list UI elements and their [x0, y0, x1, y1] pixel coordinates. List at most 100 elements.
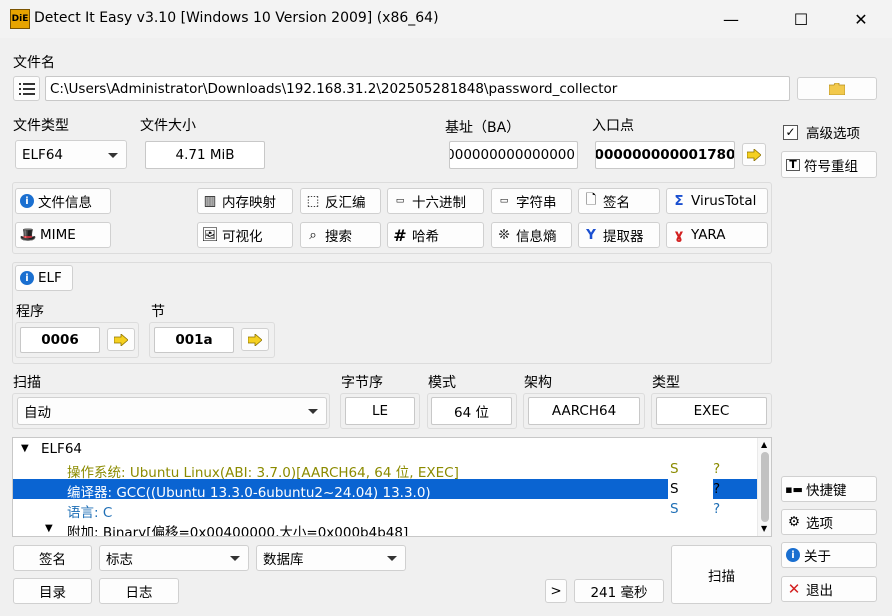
database-select[interactable]: 数据库: [256, 545, 406, 571]
about-button[interactable]: i 关于: [781, 542, 877, 568]
chevron-down-icon: [308, 409, 318, 414]
bits-field: 64 位: [431, 397, 512, 425]
open-file-button[interactable]: [797, 77, 877, 100]
maximize-button[interactable]: ☐: [778, 0, 824, 38]
mime-button[interactable]: 🎩 MIME: [15, 222, 111, 248]
scroll-down-icon[interactable]: ▼: [761, 524, 767, 533]
file-size-value: 4.71 MiB: [175, 147, 235, 163]
minimize-icon: —: [723, 9, 739, 29]
os-info-flag[interactable]: ?: [713, 461, 720, 477]
maximize-icon: ☐: [793, 9, 809, 29]
more-label: >: [550, 583, 562, 599]
symbol-icon: T: [786, 158, 800, 171]
directory-label: 目录: [39, 585, 66, 601]
base-address-value: 0000000000000000: [449, 147, 575, 163]
strings-button[interactable]: ▭ 字符串: [491, 188, 572, 214]
entropy-button[interactable]: ❊ 信息熵: [491, 222, 572, 248]
document-icon: 🗋: [585, 191, 597, 208]
tree-row-compiler[interactable]: 编译器: GCC((Ubuntu 13.3.0-6ubuntu2~24.04) …: [13, 479, 757, 501]
scan-button[interactable]: 扫描: [671, 545, 772, 604]
info-icon: i: [20, 194, 34, 208]
folder-icon: [829, 82, 845, 95]
exit-button[interactable]: ✕ 退出: [781, 576, 877, 602]
image-icon: 🖼: [201, 227, 219, 243]
scroll-up-icon[interactable]: ▲: [761, 440, 767, 449]
entry-point-label: 入口点: [592, 118, 634, 134]
yara-icon: ɣ: [674, 227, 684, 243]
file-info-button[interactable]: i 文件信息: [15, 188, 111, 214]
scroll-thumb[interactable]: [761, 452, 769, 522]
sections-goto-button[interactable]: [241, 328, 269, 351]
flags-value: 标志: [106, 552, 133, 568]
scan-mode-value: 自动: [24, 405, 51, 421]
results-scrollbar[interactable]: ▲ ▼: [757, 438, 771, 536]
exit-label: 退出: [806, 583, 833, 599]
signatures-button[interactable]: 签名: [13, 545, 92, 571]
language-info-flag[interactable]: ?: [713, 501, 720, 517]
hex-label: 十六进制: [412, 195, 466, 211]
hash-icon: #: [393, 225, 407, 245]
signatures-tool-button[interactable]: 🗋 签名: [578, 188, 660, 214]
file-menu-button[interactable]: [13, 76, 40, 101]
yara-button[interactable]: ɣ YARA: [666, 222, 768, 248]
compiler-signature-flag[interactable]: S: [668, 479, 713, 499]
sections-field[interactable]: 001a: [154, 327, 234, 353]
visualize-label: 可视化: [222, 229, 263, 245]
base-address-label: 基址（BA）: [445, 120, 521, 136]
title-bar: DiE Detect It Easy v3.10 [Windows 10 Ver…: [0, 0, 892, 38]
hash-label: 哈希: [412, 229, 439, 245]
sections-label: 节: [151, 304, 165, 320]
extractor-label: 提取器: [603, 229, 644, 245]
endian-label: 字节序: [341, 375, 383, 391]
advanced-checkbox[interactable]: ✓ 高级选项: [781, 119, 877, 145]
options-button[interactable]: ⚙ 选项: [781, 509, 877, 535]
info-icon: i: [20, 271, 34, 285]
visualize-button[interactable]: 🖼 可视化: [197, 222, 293, 248]
overlay-result: 附加: Binary[偏移=0x00400000,大小=0x000b4b48]: [67, 525, 409, 537]
results-tree[interactable]: ▼ ELF64 操作系统: Ubuntu Linux(ABI: 3.7.0)[A…: [12, 437, 772, 537]
shortcuts-button[interactable]: ▪▬ 快捷键: [781, 476, 877, 502]
extractor-button[interactable]: Y 提取器: [578, 222, 660, 248]
entry-point-goto-button[interactable]: [742, 143, 766, 166]
close-button[interactable]: ✕: [838, 0, 884, 38]
tree-row-root[interactable]: ▼ ELF64: [13, 439, 757, 459]
directory-button[interactable]: 目录: [13, 578, 92, 604]
memory-map-label: 内存映射: [222, 195, 276, 211]
search-button[interactable]: ⌕ 搜索: [300, 222, 381, 248]
gear-icon: ⚙: [787, 514, 801, 530]
mime-label: MIME: [40, 227, 76, 243]
log-button[interactable]: 日志: [99, 578, 179, 604]
memory-map-button[interactable]: ▥ 内存映射: [197, 188, 293, 214]
programs-field[interactable]: 0006: [20, 327, 100, 353]
symbol-rebuild-button[interactable]: T 符号重组: [781, 151, 877, 178]
entry-point-field[interactable]: 000000000001780: [595, 141, 735, 169]
tree-root-label: ELF64: [41, 441, 82, 457]
extractor-icon: Y: [586, 227, 596, 243]
flags-select[interactable]: 标志: [99, 545, 249, 571]
file-path-input[interactable]: C:\Users\Administrator\Downloads\192.168…: [45, 76, 790, 101]
language-signature-flag[interactable]: S: [670, 501, 679, 517]
hex-button[interactable]: ▭ 十六进制: [387, 188, 484, 214]
minimize-button[interactable]: —: [708, 0, 754, 38]
file-type-select[interactable]: ELF64: [15, 140, 127, 169]
compiler-info-flag[interactable]: ?: [713, 481, 720, 497]
tree-row-os[interactable]: 操作系统: Ubuntu Linux(ABI: 3.7.0)[AARCH64, …: [13, 459, 757, 481]
base-address-field[interactable]: 0000000000000000: [449, 141, 578, 169]
options-label: 选项: [806, 516, 833, 532]
virustotal-button[interactable]: Σ VirusTotal: [666, 188, 768, 214]
tree-row-overlay[interactable]: ▼ 附加: Binary[偏移=0x00400000,大小=0x000b4b48…: [13, 519, 757, 537]
tree-row-language[interactable]: 语言: C S ?: [13, 499, 757, 521]
hash-button[interactable]: # 哈希: [387, 222, 484, 248]
disasm-button[interactable]: ⬚ 反汇编: [300, 188, 381, 214]
more-button[interactable]: >: [545, 579, 567, 603]
os-signature-flag[interactable]: S: [670, 461, 679, 477]
type-value: EXEC: [693, 403, 730, 419]
expand-arrow-icon: ▼: [21, 443, 29, 454]
app-logo-icon: DiE: [10, 9, 30, 29]
elf-button[interactable]: i ELF: [15, 265, 73, 291]
scan-mode-select[interactable]: 自动: [17, 397, 327, 425]
programs-goto-button[interactable]: [107, 328, 135, 351]
programs-value: 0006: [41, 332, 79, 348]
arrow-right-icon: [747, 148, 761, 161]
hex-icon: ▭: [395, 196, 405, 206]
